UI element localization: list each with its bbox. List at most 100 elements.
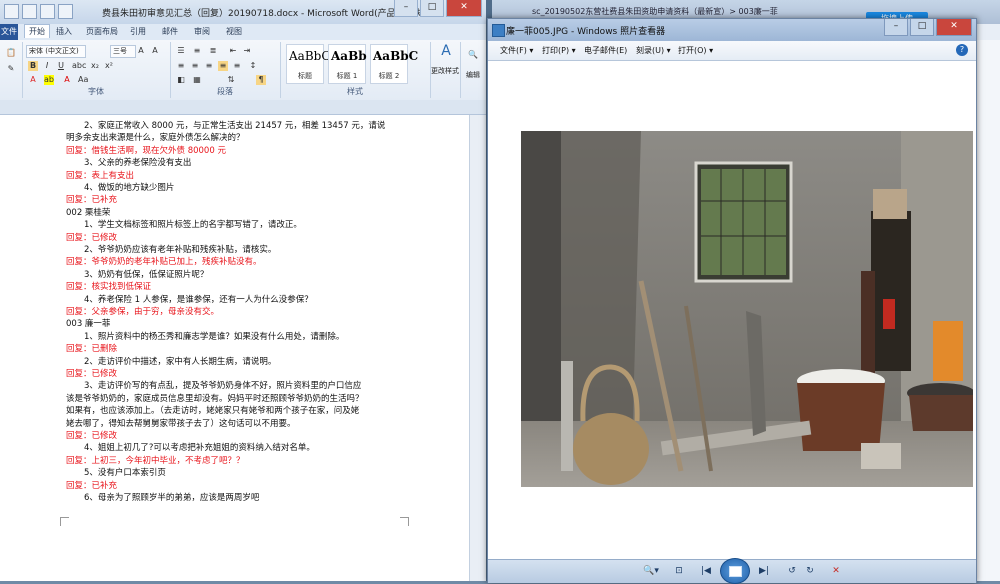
line-spacing-icon[interactable]: ↕ bbox=[248, 61, 258, 71]
word-app-icon bbox=[4, 4, 19, 19]
kitchen-photo bbox=[521, 131, 973, 487]
shrink-font-icon[interactable]: A bbox=[150, 46, 160, 56]
previous-icon[interactable]: |◀ bbox=[696, 564, 716, 579]
superscript-icon[interactable]: x² bbox=[104, 61, 114, 71]
align-left-icon[interactable]: ≡ bbox=[176, 61, 186, 71]
stove-body bbox=[797, 383, 885, 451]
align-center-icon[interactable]: ≡ bbox=[190, 61, 200, 71]
change-styles-label[interactable]: 更改样式 bbox=[430, 66, 460, 76]
vertical-scrollbar[interactable] bbox=[469, 115, 486, 581]
strikethrough-icon[interactable]: abc bbox=[72, 61, 86, 71]
menu-open[interactable]: 打开(O) ▾ bbox=[678, 45, 713, 56]
underline-icon[interactable]: U bbox=[56, 61, 66, 71]
distributed-icon[interactable]: ≡ bbox=[232, 61, 242, 71]
zoom-icon[interactable]: 🔍▾ bbox=[638, 564, 664, 579]
font-name-select[interactable]: 宋体 (中文正文) bbox=[26, 45, 86, 58]
slideshow-button[interactable] bbox=[720, 558, 750, 584]
reply-line: 回复：核实找到低保证 bbox=[66, 282, 152, 293]
undo-icon[interactable] bbox=[40, 4, 55, 19]
change-case-icon[interactable]: Aa bbox=[78, 75, 88, 85]
editing-label: 编辑 bbox=[466, 71, 480, 79]
styles-group: AaBbC 标题 AaBb 标题 1 AaBbC 标题 2 样式 bbox=[280, 42, 431, 98]
red-couplet bbox=[883, 299, 895, 329]
format-painter-icon[interactable]: ✎ bbox=[6, 64, 16, 74]
tab-home[interactable]: 开始 bbox=[24, 24, 50, 38]
menu-print[interactable]: 打印(P) ▾ bbox=[542, 45, 576, 56]
rotate-right-icon[interactable]: ↻ bbox=[802, 564, 818, 579]
paragraph-group: ☰ ≡ ≣ ⇤ ⇥ ≡ ≡ ≡ ≡ ≡ ↕ ◧ ▦ ⇅ ¶ 段落 bbox=[170, 42, 281, 98]
style-heading-1-name: 标题 1 bbox=[336, 72, 358, 80]
text-effect-icon[interactable]: A bbox=[28, 75, 38, 85]
document-page[interactable]: 2、家庭正常收入 8000 元，与正常生活支出 21457 元，相差 13457… bbox=[0, 115, 470, 581]
help-icon[interactable]: ? bbox=[956, 44, 968, 56]
maximize-button[interactable]: □ bbox=[420, 0, 444, 17]
bullets-icon[interactable]: ☰ bbox=[176, 46, 186, 56]
ribbon-tabs: 文件 开始 插入 页面布局 引用 邮件 审阅 视图 bbox=[0, 24, 486, 40]
minimize-button[interactable]: – bbox=[394, 0, 418, 17]
word-title-bar: 费县朱田初审意见汇总（回复）20190718.docx - Microsoft … bbox=[0, 0, 486, 24]
style-heading-2[interactable]: AaBbC 标题 2 bbox=[370, 44, 418, 84]
increase-indent-icon[interactable]: ⇥ bbox=[242, 46, 252, 56]
reply-line: 回复：已修改 bbox=[66, 369, 118, 379]
viewer-minimize-button[interactable]: – bbox=[884, 19, 908, 36]
redo-icon[interactable] bbox=[58, 4, 73, 19]
style-heading-1[interactable]: AaBb 标题 1 bbox=[328, 44, 367, 84]
style-title[interactable]: AaBbC 标题 bbox=[286, 44, 331, 84]
document-line: 3、父亲的养老保险没有支出 bbox=[84, 158, 192, 169]
align-right-icon[interactable]: ≡ bbox=[204, 61, 214, 71]
tab-review[interactable]: 审阅 bbox=[194, 26, 210, 37]
find-icon[interactable]: 🔍 bbox=[468, 50, 478, 60]
bold-icon[interactable]: B bbox=[28, 61, 38, 71]
document-line: 5、没有户口本索引页 bbox=[84, 468, 166, 479]
document-line: 姥去哪了，得知去帮舅舅家带孩子去了）这句话可以不用要。 bbox=[66, 418, 296, 429]
multilevel-list-icon[interactable]: ≣ bbox=[208, 46, 218, 56]
style-title-sample: AaBbC bbox=[289, 49, 331, 63]
change-styles-icon[interactable]: A bbox=[439, 44, 453, 58]
save-icon[interactable] bbox=[22, 4, 37, 19]
tab-insert[interactable]: 插入 bbox=[56, 26, 72, 37]
menu-burn[interactable]: 刻录(U) ▾ bbox=[636, 45, 671, 56]
reply-line: 回复：爷爷奶奶的老年补贴已加上，残疾补贴没有。 bbox=[66, 257, 262, 268]
word-title-text: 费县朱田初审意见汇总（回复）20190718.docx - Microsoft … bbox=[102, 9, 436, 19]
actual-size-icon[interactable]: ⊡ bbox=[670, 564, 688, 579]
basket bbox=[573, 413, 649, 485]
font-size-select[interactable]: 三号 bbox=[110, 45, 136, 58]
document-line: 2、走访评价中描述，家中有人长期生病，请说明。 bbox=[84, 356, 277, 367]
sort-icon[interactable]: ⇅ bbox=[226, 75, 236, 85]
reply-line: 回复：上初三，今年初中毕业，不考虑了吧？？ bbox=[66, 455, 245, 466]
viewer-maximize-button[interactable]: □ bbox=[910, 19, 934, 36]
document-line: 2、家庭正常收入 8000 元，与正常生活支出 21457 元，相差 13457… bbox=[84, 121, 386, 131]
viewer-menu-bar: 文件(F) ▾ 打印(P) ▾ 电子邮件(E) 刻录(U) ▾ 打开(O) ▾ … bbox=[488, 41, 976, 61]
document-line: 1、照片资料中的杨丕秀和廉志学是谁？如果没有什么用处，请删除。 bbox=[84, 331, 345, 342]
ruler bbox=[0, 100, 486, 115]
decrease-indent-icon[interactable]: ⇤ bbox=[228, 46, 238, 56]
viewer-close-button[interactable]: ✕ bbox=[936, 19, 972, 36]
numbering-icon[interactable]: ≡ bbox=[192, 46, 202, 56]
tab-page-layout[interactable]: 页面布局 bbox=[86, 26, 118, 37]
document-line: 1、学生文档标签和照片标签上的名字都写错了，请改正。 bbox=[84, 220, 302, 231]
menu-file[interactable]: 文件(F) ▾ bbox=[500, 45, 533, 56]
clipboard-group: 📋 ✎ bbox=[0, 42, 23, 98]
delete-icon[interactable]: ✕ bbox=[828, 564, 844, 579]
italic-icon[interactable]: I bbox=[42, 61, 52, 71]
close-button[interactable]: ✕ bbox=[446, 0, 482, 17]
style-heading-1-sample: AaBb bbox=[331, 49, 367, 63]
grow-font-icon[interactable]: A bbox=[136, 46, 146, 56]
highlight-icon[interactable]: ab bbox=[44, 75, 54, 85]
justify-icon[interactable]: ≡ bbox=[218, 61, 228, 71]
tab-references[interactable]: 引用 bbox=[130, 26, 146, 37]
document-line: 3、奶奶有低保，低保证照片呢？ bbox=[84, 269, 209, 280]
font-color-icon[interactable]: A bbox=[62, 75, 72, 85]
rotate-left-icon[interactable]: ↺ bbox=[784, 564, 800, 579]
tab-view[interactable]: 视图 bbox=[226, 26, 242, 37]
tab-mailings[interactable]: 邮件 bbox=[162, 26, 178, 37]
menu-email[interactable]: 电子邮件(E) bbox=[584, 45, 627, 56]
subscript-icon[interactable]: x₂ bbox=[90, 61, 100, 71]
next-icon[interactable]: ▶| bbox=[754, 564, 774, 579]
tab-file[interactable]: 文件 bbox=[0, 24, 18, 40]
borders-icon[interactable]: ▦ bbox=[192, 75, 202, 85]
style-heading-2-sample: AaBbC bbox=[373, 49, 419, 63]
show-marks-icon[interactable]: ¶ bbox=[256, 75, 266, 85]
shading-icon[interactable]: ◧ bbox=[176, 75, 186, 85]
paste-icon[interactable]: 📋 bbox=[6, 48, 16, 58]
